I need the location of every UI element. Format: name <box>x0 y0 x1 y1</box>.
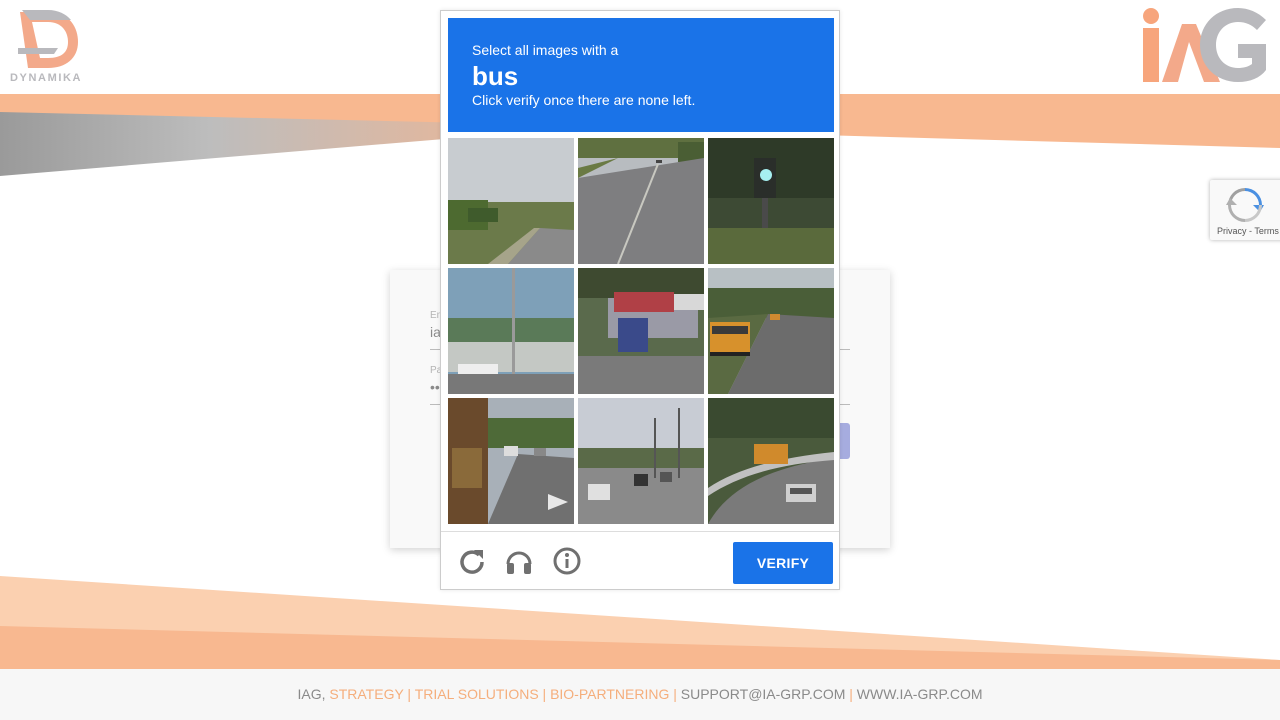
captcha-challenge: Select all images with a bus Click verif… <box>440 10 840 590</box>
footer-iag: IAG, <box>297 686 326 702</box>
image-tile[interactable] <box>448 268 574 394</box>
page-footer: IAG, STRATEGY | TRIAL SOLUTIONS | BIO-PA… <box>0 669 1280 720</box>
footer-links[interactable]: STRATEGY | TRIAL SOLUTIONS | BIO-PARTNER… <box>329 686 677 702</box>
target-word: bus <box>472 61 519 91</box>
image-tile[interactable] <box>708 398 834 524</box>
privacy-terms-link[interactable]: Privacy - Terms <box>1217 226 1279 236</box>
image-tile[interactable] <box>578 268 704 394</box>
verify-button[interactable]: VERIFY <box>733 542 833 584</box>
footer-website[interactable]: WWW.IA-GRP.COM <box>857 686 983 702</box>
iag-logo-icon <box>1143 8 1266 82</box>
info-icon[interactable] <box>552 546 582 576</box>
password-value[interactable]: •• <box>430 379 440 395</box>
recaptcha-icon <box>1226 188 1264 222</box>
footer-separator: | <box>849 686 853 702</box>
image-tile[interactable] <box>448 138 574 264</box>
captcha-instructions: Select all images with a bus Click verif… <box>448 18 834 132</box>
footer-email[interactable]: SUPPORT@IA-GRP.COM <box>681 686 846 702</box>
headphones-icon[interactable] <box>504 546 534 576</box>
dynamika-logo-text: DYNAMIKA <box>10 72 83 84</box>
recaptcha-badge[interactable]: Privacy - Terms <box>1210 180 1280 240</box>
image-tile[interactable] <box>448 398 574 524</box>
image-tile[interactable] <box>708 138 834 264</box>
instruction-line: Select all images with a <box>472 42 619 58</box>
instruction-subline: Click verify once there are none left. <box>472 92 696 108</box>
image-tile[interactable] <box>708 268 834 394</box>
reload-icon[interactable] <box>457 546 487 576</box>
captcha-footer: VERIFY <box>441 531 839 589</box>
image-grid <box>448 138 834 524</box>
image-tile[interactable] <box>578 138 704 264</box>
image-tile[interactable] <box>578 398 704 524</box>
